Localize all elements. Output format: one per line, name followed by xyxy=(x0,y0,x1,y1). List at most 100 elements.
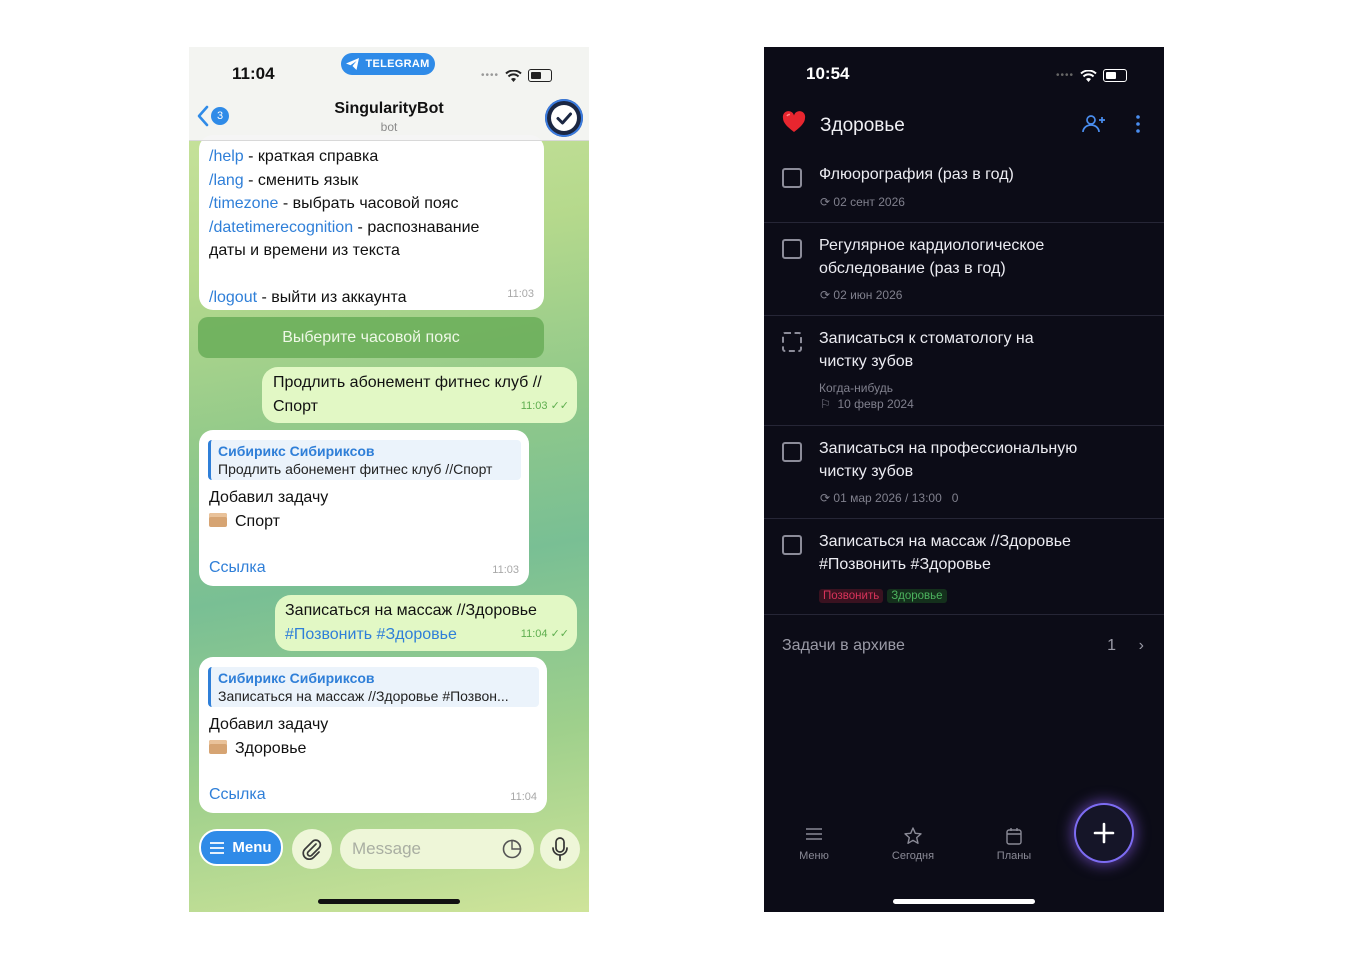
menu-lines-icon xyxy=(210,841,225,854)
task-tags: Позвонить Здоровье xyxy=(819,588,951,603)
checkmark-icon xyxy=(551,105,577,131)
reply-quote[interactable]: Сибирикс Сибириксов Продлить абонемент ф… xyxy=(208,440,521,480)
paperclip-icon xyxy=(302,839,322,860)
message-time: 11:04 xyxy=(520,627,548,640)
reply-quote[interactable]: Сибирикс Сибириксов Записаться на массаж… xyxy=(208,667,539,707)
tag-call[interactable]: Позвонить xyxy=(819,589,884,603)
lang-line: /lang - сменить язык xyxy=(209,169,479,193)
message-time: 11:03 xyxy=(520,399,548,412)
nav-today[interactable]: Сегодня xyxy=(878,827,948,862)
double-check-icon: ✓✓ xyxy=(550,627,569,640)
task-checkbox[interactable] xyxy=(782,535,802,555)
more-vertical-icon[interactable] xyxy=(1136,115,1140,133)
help-line-text: - краткая справка xyxy=(243,148,379,165)
status-bar: 11:04 TELEGRAM •••• xyxy=(189,47,589,97)
datetime-continuation: даты и времени из текста xyxy=(209,242,400,259)
nav-label: Меню xyxy=(799,850,829,862)
archive-count: 1 xyxy=(1107,637,1116,654)
outgoing-message-1: Продлить абонемент фитнес клуб // Спорт … xyxy=(262,367,577,423)
task-title-line: Регулярное кардиологическое xyxy=(819,237,1045,254)
chat-header: 3 SingularityBot bot xyxy=(189,97,589,141)
bot-avatar[interactable] xyxy=(545,99,583,137)
task-date: 02 июн 2026 xyxy=(833,288,903,302)
outgoing-1-line1: Продлить абонемент фитнес клуб // xyxy=(273,374,542,391)
task-title-line: Флюорография (раз в год) xyxy=(819,166,1014,183)
tag-health[interactable]: Здоровье xyxy=(887,589,947,603)
task-row[interactable]: Регулярное кардиологическое обследование… xyxy=(764,223,1164,316)
task-row[interactable]: Флюорография (раз в год) ⟳ 02 сент 2026 xyxy=(764,157,1164,223)
task-checkbox[interactable] xyxy=(782,239,802,259)
telegram-app-pill[interactable]: TELEGRAM xyxy=(341,53,435,75)
help-message: /help - краткая справка /lang - сменить … xyxy=(199,135,544,310)
project-name: Спорт xyxy=(235,512,280,530)
added-task-text: Добавил задачу xyxy=(209,716,329,733)
logout-command-link[interactable]: /logout xyxy=(209,289,257,306)
flag-icon: ⚐ xyxy=(820,397,831,411)
task-date: 01 мар 2026 / 13:00 xyxy=(833,491,942,505)
box-icon xyxy=(209,512,227,527)
paper-plane-icon xyxy=(346,58,360,70)
tasks-app-screen: 10:54 •••• Здоровье Флюорография (раз в … xyxy=(764,47,1164,912)
attach-button[interactable] xyxy=(292,829,332,869)
task-checkbox[interactable] xyxy=(782,168,802,188)
home-indicator xyxy=(893,899,1035,904)
timezone-keyboard-button[interactable]: Выберите часовой пояс xyxy=(198,317,544,358)
outgoing-2-line1: Записаться на массаж //Здоровье xyxy=(285,602,537,619)
timezone-command-link[interactable]: /timezone xyxy=(209,195,278,212)
outgoing-2-hashtags[interactable]: #Позвонить #Здоровье xyxy=(285,623,537,647)
microphone-icon xyxy=(552,837,568,861)
bot-reply-1: Сибирикс Сибириксов Продлить абонемент ф… xyxy=(199,430,529,586)
bot-reply-2: Сибирикс Сибириксов Записаться на массаж… xyxy=(199,657,547,813)
sticker-icon[interactable] xyxy=(502,839,522,859)
task-title-line: Записаться на массаж //Здоровье xyxy=(819,533,1071,550)
task-row[interactable]: Записаться к стоматологу на чистку зубов… xyxy=(764,316,1164,426)
task-title: Регулярное кардиологическое обследование… xyxy=(819,235,1044,280)
archive-label[interactable]: Задачи в архиве xyxy=(782,637,905,655)
plus-icon xyxy=(1093,822,1115,844)
project-line: Спорт xyxy=(209,510,328,534)
task-checkbox[interactable] xyxy=(782,442,802,462)
task-title-line: Записаться на профессиональную xyxy=(819,440,1078,457)
task-title-line: чистку зубов xyxy=(819,352,914,370)
star-icon xyxy=(878,827,948,847)
chevron-right-icon[interactable]: › xyxy=(1139,637,1144,655)
repeat-icon: ⟳ xyxy=(820,491,831,505)
message-time: 11:03 xyxy=(507,287,534,300)
project-title[interactable]: Здоровье xyxy=(820,115,905,137)
lang-command-link[interactable]: /lang xyxy=(209,172,244,189)
task-title-line: Записаться к стоматологу на xyxy=(819,330,1034,347)
logout-line: /logout - выйти из аккаунта xyxy=(209,286,479,310)
nav-menu[interactable]: Меню xyxy=(779,827,849,862)
double-check-icon: ✓✓ xyxy=(550,399,569,412)
task-meta: ⟳ 02 июн 2026 xyxy=(820,288,902,302)
added-task-text: Добавил задачу xyxy=(209,489,329,506)
task-link[interactable]: Ссылка xyxy=(209,783,328,807)
task-row[interactable]: Записаться на профессиональную чистку зу… xyxy=(764,426,1164,519)
nav-label: Планы xyxy=(996,850,1032,862)
datetime-command-link[interactable]: /datetimerecognition xyxy=(209,219,353,236)
heart-icon xyxy=(782,111,806,138)
task-link[interactable]: Ссылка xyxy=(209,556,328,580)
task-title: Флюорография (раз в год) xyxy=(819,164,1014,187)
message-input[interactable]: Message xyxy=(340,829,534,869)
calendar-icon xyxy=(979,827,1049,847)
timezone-line: /timezone - выбрать часовой пояс xyxy=(209,192,479,216)
task-checkbox-someday[interactable] xyxy=(782,332,802,352)
wifi-icon xyxy=(505,69,522,82)
task-date: 02 сент 2026 xyxy=(833,195,905,209)
status-icons: •••• xyxy=(481,69,553,82)
voice-record-button[interactable] xyxy=(540,829,580,869)
message-time: 11:04 xyxy=(510,790,537,803)
bot-menu-button[interactable]: Menu xyxy=(199,829,283,866)
nav-plans[interactable]: Планы xyxy=(979,827,1049,862)
chat-title[interactable]: SingularityBot xyxy=(189,100,589,118)
add-task-button[interactable] xyxy=(1076,805,1132,861)
add-member-icon[interactable] xyxy=(1082,114,1106,134)
help-command-link[interactable]: /help xyxy=(209,148,244,165)
timezone-line-text: - выбрать часовой пояс xyxy=(278,195,459,212)
task-title: Записаться на массаж //Здоровье #Позвони… xyxy=(819,531,1071,576)
box-icon xyxy=(209,739,227,754)
task-row[interactable]: Записаться на массаж //Здоровье #Позвони… xyxy=(764,519,1164,615)
task-meta: ⚐ 10 февр 2024 xyxy=(820,397,914,411)
home-indicator xyxy=(318,899,460,904)
